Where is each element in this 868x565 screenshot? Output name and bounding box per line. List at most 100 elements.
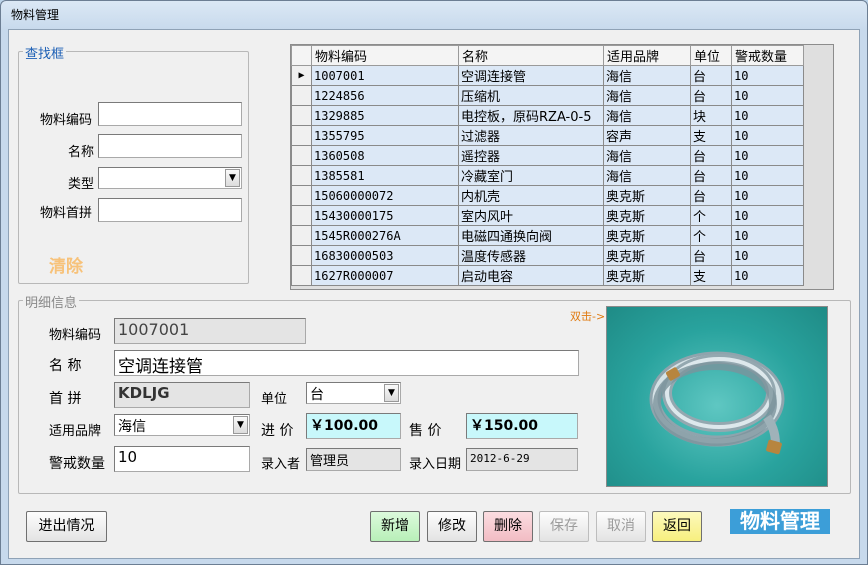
detail-unit-select[interactable]: 台 ▼ bbox=[306, 382, 401, 404]
table-row[interactable]: 1355795 过滤器 容声 支 10 bbox=[291, 125, 804, 146]
cell-unit[interactable]: 台 bbox=[690, 165, 732, 186]
cell-unit[interactable]: 块 bbox=[690, 105, 732, 126]
detail-sell-price-input[interactable]: ￥150.00 bbox=[466, 413, 578, 439]
cell-name[interactable]: 遥控器 bbox=[458, 145, 604, 166]
table-row[interactable]: 15060000072 内机壳 奥克斯 台 10 bbox=[291, 185, 804, 206]
cell-name[interactable]: 冷藏室门 bbox=[458, 165, 604, 186]
search-type-select[interactable]: ▼ bbox=[98, 167, 242, 189]
cell-name[interactable]: 过滤器 bbox=[458, 125, 604, 146]
table-row[interactable]: 1545R000276A 电磁四通换向阀 奥克斯 个 10 bbox=[291, 225, 804, 246]
detail-buy-price-input[interactable]: ￥100.00 bbox=[306, 413, 401, 439]
cell-brand[interactable]: 海信 bbox=[603, 65, 691, 86]
table-row[interactable]: 15430000175 室内风叶 奥克斯 个 10 bbox=[291, 205, 804, 226]
table-row[interactable]: 1385581 冷藏室门 海信 台 10 bbox=[291, 165, 804, 186]
cell-alert[interactable]: 10 bbox=[731, 85, 804, 106]
cell-brand[interactable]: 奥克斯 bbox=[603, 245, 691, 266]
cell-unit[interactable]: 台 bbox=[690, 245, 732, 266]
cell-alert[interactable]: 10 bbox=[731, 65, 804, 86]
cell-brand[interactable]: 容声 bbox=[603, 125, 691, 146]
table-row[interactable]: 1360508 遥控器 海信 台 10 bbox=[291, 145, 804, 166]
column-header[interactable]: 名称 bbox=[458, 45, 604, 66]
chevron-down-icon[interactable]: ▼ bbox=[384, 384, 399, 402]
row-selector[interactable] bbox=[291, 125, 312, 146]
cell-name[interactable]: 空调连接管 bbox=[458, 65, 604, 86]
row-selector[interactable] bbox=[291, 245, 312, 266]
cell-code[interactable]: 1545R000276A bbox=[311, 225, 459, 246]
cell-brand[interactable]: 海信 bbox=[603, 165, 691, 186]
cell-brand[interactable]: 奥克斯 bbox=[603, 185, 691, 206]
column-header[interactable]: 单位 bbox=[690, 45, 732, 66]
cell-unit[interactable]: 个 bbox=[690, 225, 732, 246]
cell-unit[interactable]: 台 bbox=[690, 65, 732, 86]
add-button[interactable]: 新增 bbox=[370, 511, 420, 542]
row-selector[interactable] bbox=[291, 105, 312, 126]
cancel-button[interactable]: 取消 bbox=[596, 511, 646, 542]
cell-code[interactable]: 16830000503 bbox=[311, 245, 459, 266]
row-selector[interactable] bbox=[291, 265, 312, 286]
cell-alert[interactable]: 10 bbox=[731, 265, 804, 286]
chevron-down-icon[interactable]: ▼ bbox=[233, 416, 248, 434]
cell-unit[interactable]: 个 bbox=[690, 205, 732, 226]
cell-brand[interactable]: 海信 bbox=[603, 145, 691, 166]
io-status-button[interactable]: 进出情况 bbox=[26, 511, 107, 542]
cell-unit[interactable]: 支 bbox=[690, 265, 732, 286]
material-photo[interactable] bbox=[606, 306, 828, 487]
row-selector[interactable] bbox=[291, 225, 312, 246]
row-selector[interactable] bbox=[291, 85, 312, 106]
cell-alert[interactable]: 10 bbox=[731, 105, 804, 126]
cell-unit[interactable]: 台 bbox=[690, 145, 732, 166]
row-selector[interactable]: ▶ bbox=[291, 65, 312, 86]
clear-button[interactable]: 清除 bbox=[49, 252, 83, 277]
cell-brand[interactable]: 奥克斯 bbox=[603, 265, 691, 286]
cell-code[interactable]: 15430000175 bbox=[311, 205, 459, 226]
cell-brand[interactable]: 海信 bbox=[603, 85, 691, 106]
cell-alert[interactable]: 10 bbox=[731, 185, 804, 206]
cell-code[interactable]: 1627R000007 bbox=[311, 265, 459, 286]
cell-code[interactable]: 1329885 bbox=[311, 105, 459, 126]
cell-name[interactable]: 电控板，原码RZA-0-5 bbox=[458, 105, 604, 126]
back-button[interactable]: 返回 bbox=[652, 511, 702, 542]
cell-code[interactable]: 1355795 bbox=[311, 125, 459, 146]
detail-name-input[interactable]: 空调连接管 bbox=[114, 350, 579, 376]
cell-unit[interactable]: 支 bbox=[690, 125, 732, 146]
cell-brand[interactable]: 海信 bbox=[603, 105, 691, 126]
delete-button[interactable]: 删除 bbox=[483, 511, 533, 542]
chevron-down-icon[interactable]: ▼ bbox=[225, 169, 240, 187]
cell-brand[interactable]: 奥克斯 bbox=[603, 205, 691, 226]
detail-brand-select[interactable]: 海信 ▼ bbox=[114, 414, 250, 436]
search-name-input[interactable] bbox=[98, 134, 242, 158]
search-pinyin-input[interactable] bbox=[98, 198, 242, 222]
table-row[interactable]: 1329885 电控板，原码RZA-0-5 海信 块 10 bbox=[291, 105, 804, 126]
table-row[interactable]: 16830000503 温度传感器 奥克斯 台 10 bbox=[291, 245, 804, 266]
column-header[interactable]: 适用品牌 bbox=[603, 45, 691, 66]
cell-alert[interactable]: 10 bbox=[731, 205, 804, 226]
cell-alert[interactable]: 10 bbox=[731, 145, 804, 166]
cell-alert[interactable]: 10 bbox=[731, 245, 804, 266]
cell-code[interactable]: 15060000072 bbox=[311, 185, 459, 206]
cell-code[interactable]: 1224856 bbox=[311, 85, 459, 106]
edit-button[interactable]: 修改 bbox=[427, 511, 477, 542]
table-row[interactable]: 1224856 压缩机 海信 台 10 bbox=[291, 85, 804, 106]
cell-name[interactable]: 内机壳 bbox=[458, 185, 604, 206]
table-row[interactable]: 1627R000007 启动电容 奥克斯 支 10 bbox=[291, 265, 804, 286]
cell-code[interactable]: 1385581 bbox=[311, 165, 459, 186]
cell-alert[interactable]: 10 bbox=[731, 165, 804, 186]
row-selector[interactable] bbox=[291, 165, 312, 186]
row-selector[interactable] bbox=[291, 145, 312, 166]
cell-alert[interactable]: 10 bbox=[731, 225, 804, 246]
search-code-input[interactable] bbox=[98, 102, 242, 126]
cell-name[interactable]: 室内风叶 bbox=[458, 205, 604, 226]
cell-name[interactable]: 启动电容 bbox=[458, 265, 604, 286]
cell-unit[interactable]: 台 bbox=[690, 85, 732, 106]
row-selector[interactable] bbox=[291, 185, 312, 206]
row-selector[interactable] bbox=[291, 205, 312, 226]
cell-name[interactable]: 压缩机 bbox=[458, 85, 604, 106]
cell-code[interactable]: 1360508 bbox=[311, 145, 459, 166]
material-grid[interactable]: 物料编码 名称 适用品牌 单位 警戒数量 ▶ 1007001 空调连接管 海信 … bbox=[290, 44, 834, 290]
column-header[interactable]: 警戒数量 bbox=[731, 45, 804, 66]
column-header[interactable]: 物料编码 bbox=[311, 45, 459, 66]
cell-alert[interactable]: 10 bbox=[731, 125, 804, 146]
detail-alert-input[interactable]: 10 bbox=[114, 446, 250, 472]
cell-brand[interactable]: 奥克斯 bbox=[603, 225, 691, 246]
cell-name[interactable]: 温度传感器 bbox=[458, 245, 604, 266]
